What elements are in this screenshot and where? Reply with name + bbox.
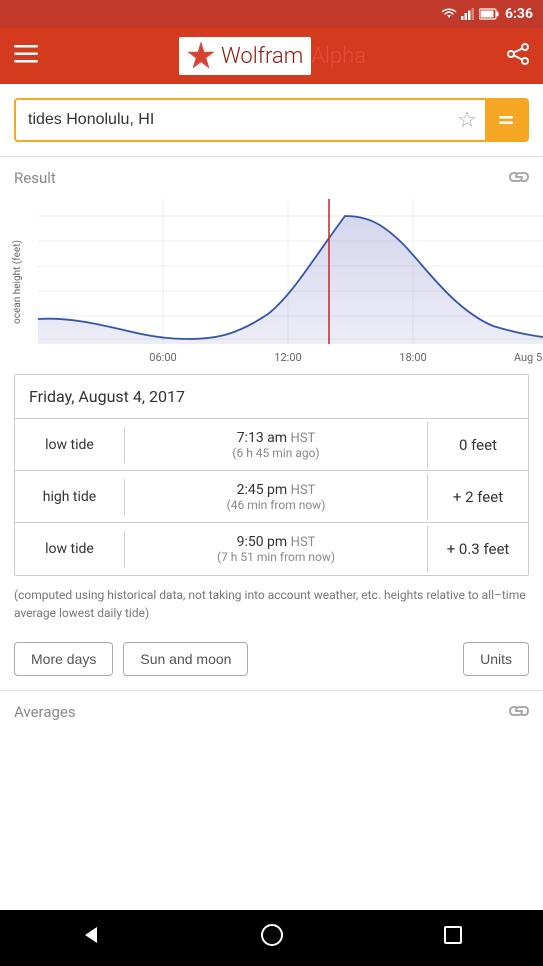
back-button[interactable]	[79, 923, 103, 953]
share-icon[interactable]	[507, 43, 529, 70]
tide-relative-3: (7 h 51 min from now)	[139, 550, 413, 564]
tide-relative-1: (6 h 45 min ago)	[139, 446, 413, 460]
tide-type-3: low tide	[15, 531, 125, 567]
recent-apps-button[interactable]	[441, 923, 465, 953]
tide-time-value-1: 7:13 am	[237, 430, 287, 446]
svg-text:06:00: 06:00	[149, 351, 176, 364]
tide-time-1: 7:13 am HST (6 h 45 min ago)	[125, 422, 428, 468]
tide-tz-1: HST	[291, 431, 316, 446]
search-container: tides Honolulu, HI ☆	[0, 84, 543, 156]
buttons-row: More days Sun and moon Units	[0, 632, 543, 690]
tide-tz-3: HST	[291, 535, 316, 550]
link-icon	[509, 171, 529, 183]
tide-time-3: 9:50 pm HST (7 h 51 min from now)	[125, 526, 428, 572]
link-icon-2	[509, 705, 529, 717]
tide-time-2: 2:45 pm HST (46 min from now)	[125, 474, 428, 520]
tide-table: Friday, August 4, 2017 low tide 7:13 am …	[14, 374, 529, 576]
battery-icon	[479, 8, 499, 20]
status-icons	[441, 8, 499, 20]
tide-time-value-3: 9:50 pm	[237, 534, 288, 550]
result-header: Result	[0, 157, 543, 194]
result-link-icon[interactable]	[509, 167, 529, 188]
sun-moon-button[interactable]: Sun and moon	[123, 642, 248, 676]
search-button[interactable]	[485, 100, 527, 140]
search-bar: tides Honolulu, HI ☆	[14, 98, 529, 142]
units-button[interactable]: Units	[463, 642, 529, 676]
favorite-star-icon[interactable]: ☆	[449, 108, 485, 133]
table-row: low tide 7:13 am HST (6 h 45 min ago) 0 …	[15, 419, 528, 471]
wolfram-text: Wolfram	[221, 43, 303, 70]
wolfram-alpha-logo: Wolfram Alpha	[179, 37, 366, 75]
svg-text:12:00: 12:00	[274, 351, 301, 364]
home-button[interactable]	[260, 923, 284, 953]
wolfram-star-icon	[185, 40, 217, 72]
top-bar: Wolfram Alpha	[0, 28, 543, 84]
status-time: 6:36	[505, 6, 533, 22]
svg-text:Aug 5: Aug 5	[514, 351, 542, 364]
tide-chart: 2.0 1.5 1.0 0.5 0.0 06:00 12:00 18:00 Au	[38, 194, 543, 374]
averages-section: Averages	[0, 690, 543, 728]
status-bar: 6:36	[0, 0, 543, 28]
table-row: high tide 2:45 pm HST (46 min from now) …	[15, 471, 528, 523]
tide-type-1: low tide	[15, 427, 125, 463]
tide-height-1: 0 feet	[428, 428, 528, 462]
signal-icon	[461, 8, 475, 20]
averages-label: Averages	[14, 703, 76, 721]
table-row: low tide 9:50 pm HST (7 h 51 min from no…	[15, 523, 528, 575]
result-label: Result	[14, 169, 56, 187]
hamburger-icon[interactable]	[14, 44, 38, 69]
tide-type-2: high tide	[15, 479, 125, 515]
more-days-button[interactable]: More days	[14, 642, 113, 676]
alpha-text: Alpha	[311, 44, 366, 69]
chart-y-axis-label: ocean height (feet)	[12, 240, 23, 324]
tide-height-2: + 2 feet	[428, 480, 528, 514]
svg-text:18:00: 18:00	[399, 351, 426, 364]
note-text: (computed using historical data, not tak…	[14, 588, 526, 620]
bottom-nav	[0, 910, 543, 966]
tide-tz-2: HST	[291, 483, 316, 498]
tide-time-value-2: 2:45 pm	[237, 482, 288, 498]
tide-date: Friday, August 4, 2017	[29, 387, 185, 406]
tide-height-3: + 0.3 feet	[428, 532, 528, 566]
search-input[interactable]: tides Honolulu, HI	[16, 111, 449, 129]
tide-date-row: Friday, August 4, 2017	[15, 375, 528, 419]
wifi-icon	[441, 8, 457, 20]
averages-link-icon[interactable]	[509, 701, 529, 722]
tide-relative-2: (46 min from now)	[139, 498, 413, 512]
tide-note: (computed using historical data, not tak…	[0, 576, 543, 632]
equals-icon	[496, 110, 516, 130]
